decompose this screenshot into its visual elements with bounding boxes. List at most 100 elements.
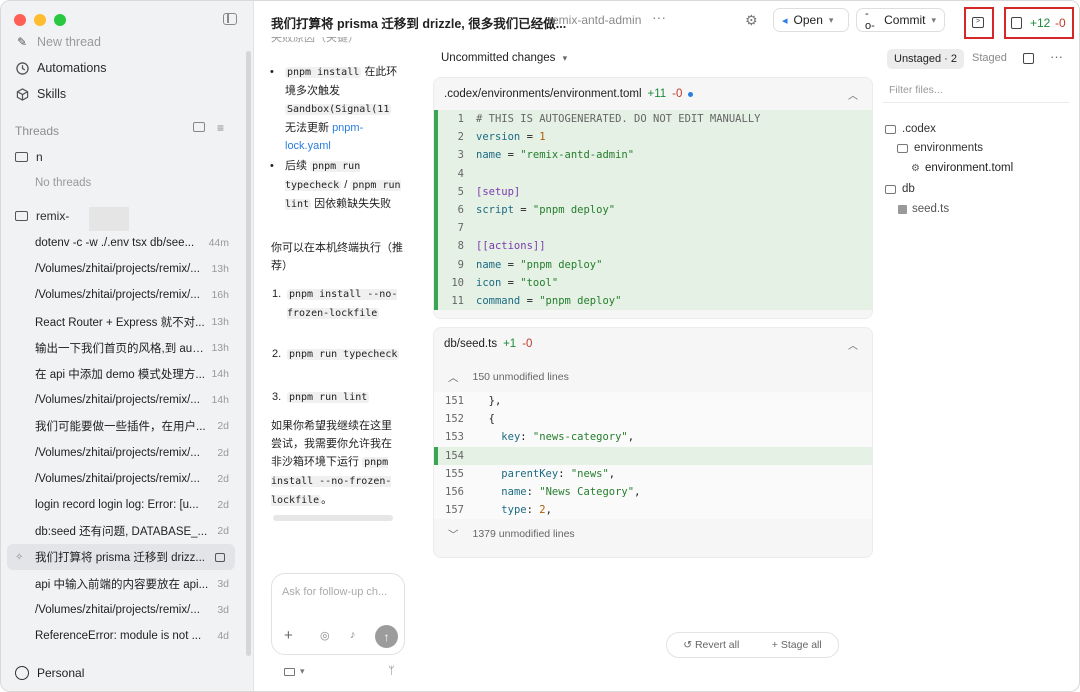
cube-icon bbox=[15, 87, 29, 101]
chevron-down-icon[interactable]: ▾ bbox=[300, 666, 305, 677]
code-line: 11 command = "pnpm deploy" bbox=[434, 291, 872, 311]
inline-code: pnpm install bbox=[285, 67, 362, 78]
plus-icon[interactable]: + bbox=[284, 627, 293, 644]
thread-age: 13h bbox=[211, 315, 229, 328]
chevron-up-icon[interactable]: ︿ bbox=[848, 337, 858, 352]
chat-scrollbar[interactable] bbox=[273, 515, 393, 521]
send-button[interactable]: ↑ bbox=[375, 625, 398, 648]
account-name: Personal bbox=[37, 666, 85, 680]
tab-staged[interactable]: Staged bbox=[972, 52, 1007, 64]
laptop-icon[interactable] bbox=[284, 668, 295, 676]
thread-title: /Volumes/zhitai/projects/remix/... bbox=[35, 289, 200, 302]
follow-up-composer[interactable]: Ask for follow-up ch... + ◎ ♪ ↑ bbox=[271, 573, 405, 655]
sidebar-nav: ✎ New thread Automations Skills bbox=[1, 31, 254, 107]
pin-icon[interactable]: ✧ bbox=[15, 552, 23, 563]
thread-item[interactable]: login record login log: Error: [u... 2d bbox=[7, 492, 235, 518]
close-window-button[interactable] bbox=[14, 14, 26, 26]
numbered-step: 2. pnpm run typecheck bbox=[272, 348, 400, 360]
uncommitted-changes-dropdown[interactable]: Uncommitted changes ▾ bbox=[441, 52, 567, 64]
tree-folder[interactable]: environments bbox=[897, 142, 983, 154]
more-options-icon[interactable]: ··· bbox=[1050, 49, 1063, 64]
folder-icon bbox=[897, 143, 908, 153]
diff-file-header[interactable]: .codex/environments/environment.toml +11… bbox=[434, 78, 872, 110]
thread-age: 2d bbox=[217, 420, 229, 433]
tree-folder[interactable]: db bbox=[885, 183, 915, 195]
tree-label: environment.toml bbox=[924, 162, 1014, 174]
tree-file[interactable]: ⚙ environment.toml bbox=[911, 162, 1013, 174]
open-button[interactable]: ◂ Open ▾ bbox=[773, 8, 849, 32]
message-text: 因依赖缺失失败 bbox=[314, 198, 392, 210]
branch-icon[interactable]: ᛘ bbox=[388, 665, 395, 677]
diff-file-header[interactable]: db/seed.ts +1 -0 ︿ bbox=[434, 328, 872, 360]
account-row[interactable]: Personal bbox=[15, 666, 84, 680]
chevron-up-icon: ︿ bbox=[448, 371, 459, 384]
arrow-up-icon: ↑ bbox=[383, 629, 390, 644]
diff-icon bbox=[1011, 17, 1022, 29]
thread-item[interactable]: /Volumes/zhitai/projects/remix/... 14h bbox=[7, 387, 235, 413]
thread-item[interactable]: db:seed 还有问题, DATABASE_... 2d bbox=[7, 518, 235, 544]
typescript-file-icon bbox=[898, 204, 907, 214]
sidebar-toggle-icon[interactable] bbox=[223, 13, 237, 25]
tab-unstaged[interactable]: Unstaged · 2 bbox=[887, 49, 964, 69]
diff-toggle-button[interactable]: +12 -0 bbox=[1004, 7, 1074, 39]
code-line: 6 script = "pnpm deploy" bbox=[434, 200, 872, 220]
thread-age: 44m bbox=[208, 237, 229, 249]
terminal-button[interactable]: > bbox=[964, 7, 994, 39]
sidebar-scrollbar[interactable] bbox=[246, 51, 251, 656]
thread-title: 我们打算将 prisma 迁移到 drizzle, 很多我们已经做... bbox=[271, 17, 567, 31]
window-controls bbox=[14, 14, 66, 26]
tree-folder[interactable]: .codex bbox=[885, 123, 936, 135]
thread-item[interactable]: 在 api 中添加 demo 模式处理方... 14h bbox=[7, 361, 235, 387]
thread-item[interactable]: 我们可能要做一些插件，在用户... 2d bbox=[7, 413, 235, 439]
sidebar-item-label: Skills bbox=[37, 87, 67, 101]
inline-code: Sandbox(Signal(11 bbox=[285, 104, 392, 115]
microphone-icon[interactable]: ♪ bbox=[350, 629, 356, 641]
app-window: ✎ New thread Automations Skills Threads … bbox=[0, 0, 1080, 692]
thread-item[interactable]: /Volumes/zhitai/projects/remix/... 13h bbox=[7, 256, 235, 282]
commit-button[interactable]: -o- Commit ▾ bbox=[856, 8, 945, 32]
new-folder-icon[interactable] bbox=[193, 122, 205, 132]
folder-label: remix- bbox=[36, 209, 70, 223]
sidebar-item-new-thread[interactable]: ✎ New thread bbox=[1, 31, 254, 53]
stage-all-button[interactable]: + Stage all bbox=[772, 639, 822, 651]
sidebar-item-skills[interactable]: Skills bbox=[1, 81, 254, 107]
filter-icon[interactable]: ≡ bbox=[217, 121, 224, 135]
sidebar-item-automations[interactable]: Automations bbox=[1, 55, 254, 81]
minimize-window-button[interactable] bbox=[34, 14, 46, 26]
thread-item[interactable]: dotenv -c -w ./.env tsx db/see... 44m bbox=[7, 230, 235, 256]
file-removed-count: -0 bbox=[672, 88, 683, 100]
thread-item[interactable]: ReferenceError: module is not ... 4d bbox=[7, 623, 235, 649]
tree-file[interactable]: seed.ts bbox=[898, 203, 949, 215]
thread-item[interactable]: ✧ 我们打算将 prisma 迁移到 drizz... bbox=[7, 544, 235, 571]
filter-files-input[interactable]: Filter files... bbox=[883, 77, 1069, 103]
archive-icon[interactable] bbox=[215, 552, 225, 562]
revert-all-button[interactable]: ↺ Revert all bbox=[683, 639, 739, 651]
thread-item[interactable]: /Volumes/zhitai/projects/remix/... 2d bbox=[7, 440, 235, 466]
expand-unmodified-bottom[interactable]: ﹀ 1379 unmodified lines bbox=[434, 523, 872, 545]
thread-age: 13h bbox=[211, 341, 229, 354]
list-item: • 后续 pnpm run typecheck / pnpm run lint … bbox=[270, 160, 401, 210]
folder-row[interactable]: remix- bbox=[15, 209, 69, 223]
thread-item[interactable]: /Volumes/zhitai/projects/remix/... 16h bbox=[7, 282, 235, 308]
mention-icon[interactable]: ◎ bbox=[320, 629, 330, 642]
folder-row[interactable]: n bbox=[15, 150, 43, 164]
expand-unmodified-top[interactable]: ︿ 150 unmodified lines bbox=[434, 366, 872, 388]
gear-icon[interactable]: ⚙ bbox=[745, 12, 758, 29]
more-options-icon[interactable]: ··· bbox=[652, 9, 666, 25]
thread-item[interactable]: /Volumes/zhitai/projects/remix/... 3d bbox=[7, 597, 235, 623]
zoom-window-button[interactable] bbox=[54, 14, 66, 26]
thread-item[interactable]: React Router + Express 就不对... 13h bbox=[7, 309, 235, 335]
thread-item[interactable]: /Volumes/zhitai/projects/remix/... 2d bbox=[7, 466, 235, 492]
chevron-up-icon[interactable]: ︿ bbox=[848, 87, 858, 102]
thread-item[interactable]: 输出一下我们首页的风格,到 aud... 13h bbox=[7, 335, 235, 361]
code-line: 7 bbox=[434, 219, 872, 238]
copy-icon[interactable] bbox=[1023, 53, 1034, 64]
tree-label: .codex bbox=[902, 123, 936, 135]
pencil-icon: ✎ bbox=[16, 35, 28, 49]
code-block: 151 }, 152 {153 key: "news-category", 154 1… bbox=[434, 392, 872, 520]
thread-age: 14h bbox=[211, 368, 229, 380]
code-line: 156 name: "News Category", bbox=[434, 482, 872, 502]
list-item: • pnpm install 在此环境多次触发 Sandbox(Signal(1… bbox=[270, 66, 398, 152]
clock-icon bbox=[15, 61, 29, 75]
thread-item[interactable]: api 中输入前端的内容要放在 api... 3d bbox=[7, 571, 235, 597]
